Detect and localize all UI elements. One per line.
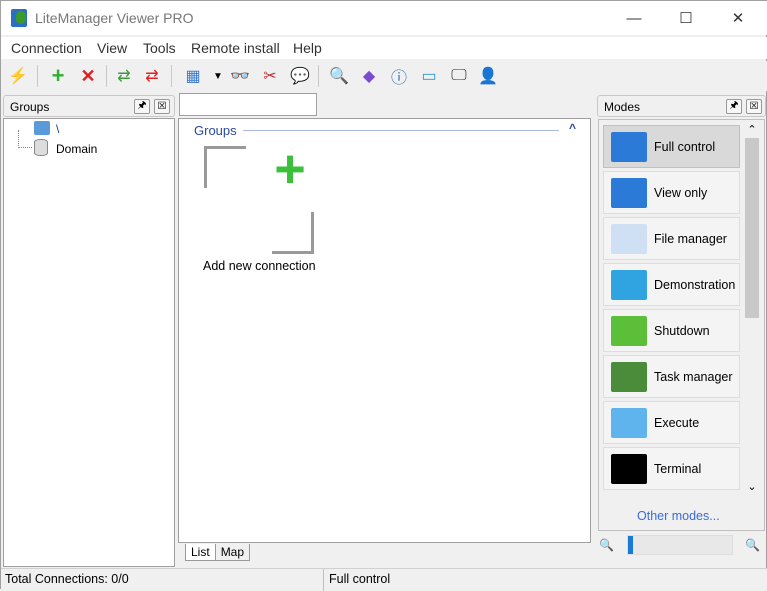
close-button[interactable]: ✕ bbox=[715, 1, 761, 35]
refresh-red-icon[interactable]: ⇄ bbox=[141, 65, 163, 87]
modes-panel-title: Modes bbox=[604, 100, 641, 114]
mode-item-execute[interactable]: Execute bbox=[603, 401, 740, 444]
window-title: LiteManager Viewer PRO bbox=[35, 10, 194, 26]
mode-item-demonstration[interactable]: Demonstration bbox=[603, 263, 740, 306]
search-icon[interactable]: 🔍 bbox=[328, 65, 350, 87]
groups-panel-header: Groups 🖈 ☒ bbox=[3, 95, 175, 117]
search-input[interactable] bbox=[179, 93, 317, 116]
mode-item-terminal[interactable]: Terminal bbox=[603, 447, 740, 490]
title-bar: LiteManager Viewer PRO — ☐ ✕ bbox=[1, 1, 767, 35]
mode-label: Terminal bbox=[654, 461, 702, 476]
delete-icon[interactable]: ✕ bbox=[77, 65, 99, 87]
add-connection-icon[interactable]: + bbox=[271, 142, 309, 196]
section-title: Groups bbox=[194, 123, 237, 138]
current-mode: Full control bbox=[329, 572, 391, 586]
menu-tools[interactable]: Tools bbox=[143, 40, 176, 56]
groups-panel-title: Groups bbox=[10, 100, 50, 114]
view-only-icon bbox=[611, 177, 647, 208]
tab-list[interactable]: List bbox=[185, 544, 216, 561]
tools-icon[interactable]: ✂ bbox=[259, 65, 281, 87]
total-connections: Total Connections: 0/0 bbox=[5, 572, 129, 586]
status-bar: Total Connections: 0/0 Full control bbox=[1, 568, 767, 591]
full-control-icon bbox=[611, 131, 647, 162]
mode-item-shutdown[interactable]: Shutdown bbox=[603, 309, 740, 352]
mode-item-view-only[interactable]: View only bbox=[603, 171, 740, 214]
connect-icon[interactable]: ⚡ bbox=[7, 65, 29, 87]
toolbar: ⚡ + ✕ ⇄ ⇄ ▦ ▼ 👓 ✂ 💬 🔍 ◆ ⓘ ▭ 🖵 👤 bbox=[1, 61, 767, 91]
demonstration-icon bbox=[611, 269, 647, 300]
modes-panel-header: Modes 🖈 ☒ bbox=[597, 95, 766, 117]
mode-label: File manager bbox=[654, 231, 727, 246]
close-panel-icon[interactable]: ☒ bbox=[154, 99, 170, 114]
menu-help[interactable]: Help bbox=[293, 40, 322, 56]
modes-scrollbar[interactable]: ⌃ ⌄ bbox=[743, 123, 761, 493]
info-icon[interactable]: ⓘ bbox=[388, 65, 410, 87]
groups-panel: Groups 🖈 ☒ bbox=[3, 95, 175, 117]
maximize-button[interactable]: ☐ bbox=[663, 1, 709, 35]
view-mode-icon[interactable]: ▦ bbox=[182, 65, 204, 87]
mode-label: Execute bbox=[654, 415, 700, 430]
network-computer-icon bbox=[34, 121, 50, 135]
tab-map[interactable]: Map bbox=[215, 544, 251, 561]
menu-remote-install[interactable]: Remote install bbox=[191, 40, 280, 56]
mode-label: Demonstration bbox=[654, 277, 736, 292]
refresh-icon[interactable]: ⇄ bbox=[113, 65, 135, 87]
execute-icon bbox=[611, 407, 647, 438]
other-modes-link[interactable]: Other modes... bbox=[637, 509, 720, 523]
modes-panel: Modes 🖈 ☒ bbox=[597, 95, 766, 117]
mode-label: View only bbox=[654, 185, 708, 200]
terminal-icon bbox=[611, 453, 647, 484]
view-tabs: List Map bbox=[185, 544, 251, 561]
menu-connection[interactable]: Connection bbox=[11, 40, 82, 56]
connections-view: Groups ^ + Add new connection bbox=[178, 118, 591, 543]
shutdown-icon bbox=[611, 315, 647, 346]
database-icon bbox=[34, 139, 48, 156]
mode-item-full-control[interactable]: Full control bbox=[603, 125, 740, 168]
menu-bar: Connection View Tools Remote install Hel… bbox=[1, 37, 767, 59]
pin-icon[interactable]: 🖈 bbox=[134, 99, 150, 114]
groups-tree: \ Domain bbox=[3, 118, 175, 567]
task-manager-icon bbox=[611, 361, 647, 392]
zoom-in-icon[interactable]: 🔍 bbox=[745, 538, 760, 552]
binoculars-icon[interactable]: 👓 bbox=[229, 65, 251, 87]
app-logo-icon bbox=[11, 9, 27, 27]
mode-item-file-manager[interactable]: File manager bbox=[603, 217, 740, 260]
file-manager-icon bbox=[611, 223, 647, 254]
minimize-button[interactable]: — bbox=[611, 1, 657, 35]
tree-item-root[interactable]: \ bbox=[56, 122, 59, 136]
dropdown-icon[interactable]: ▼ bbox=[207, 65, 229, 87]
add-icon[interactable]: + bbox=[47, 63, 69, 88]
chat-icon[interactable]: 💬 bbox=[289, 65, 311, 87]
menu-view[interactable]: View bbox=[97, 40, 127, 56]
add-connection-label[interactable]: Add new connection bbox=[203, 259, 316, 273]
collapse-icon[interactable]: ^ bbox=[569, 121, 576, 135]
pin-icon[interactable]: 🖈 bbox=[726, 99, 742, 114]
network-icon[interactable]: ◆ bbox=[358, 65, 380, 87]
zoom-slider[interactable] bbox=[627, 535, 733, 555]
tree-item-domain[interactable]: Domain bbox=[56, 142, 97, 156]
mode-label: Task manager bbox=[654, 369, 733, 384]
close-panel-icon[interactable]: ☒ bbox=[746, 99, 762, 114]
user-icon[interactable]: 👤 bbox=[477, 65, 499, 87]
mode-label: Shutdown bbox=[654, 323, 710, 338]
zoom-out-icon[interactable]: 🔍 bbox=[599, 538, 614, 552]
mode-label: Full control bbox=[654, 139, 716, 154]
computer-network-icon[interactable]: ▭ bbox=[418, 65, 440, 87]
monitor-icon[interactable]: 🖵 bbox=[448, 65, 470, 87]
mode-item-task-manager[interactable]: Task manager bbox=[603, 355, 740, 398]
